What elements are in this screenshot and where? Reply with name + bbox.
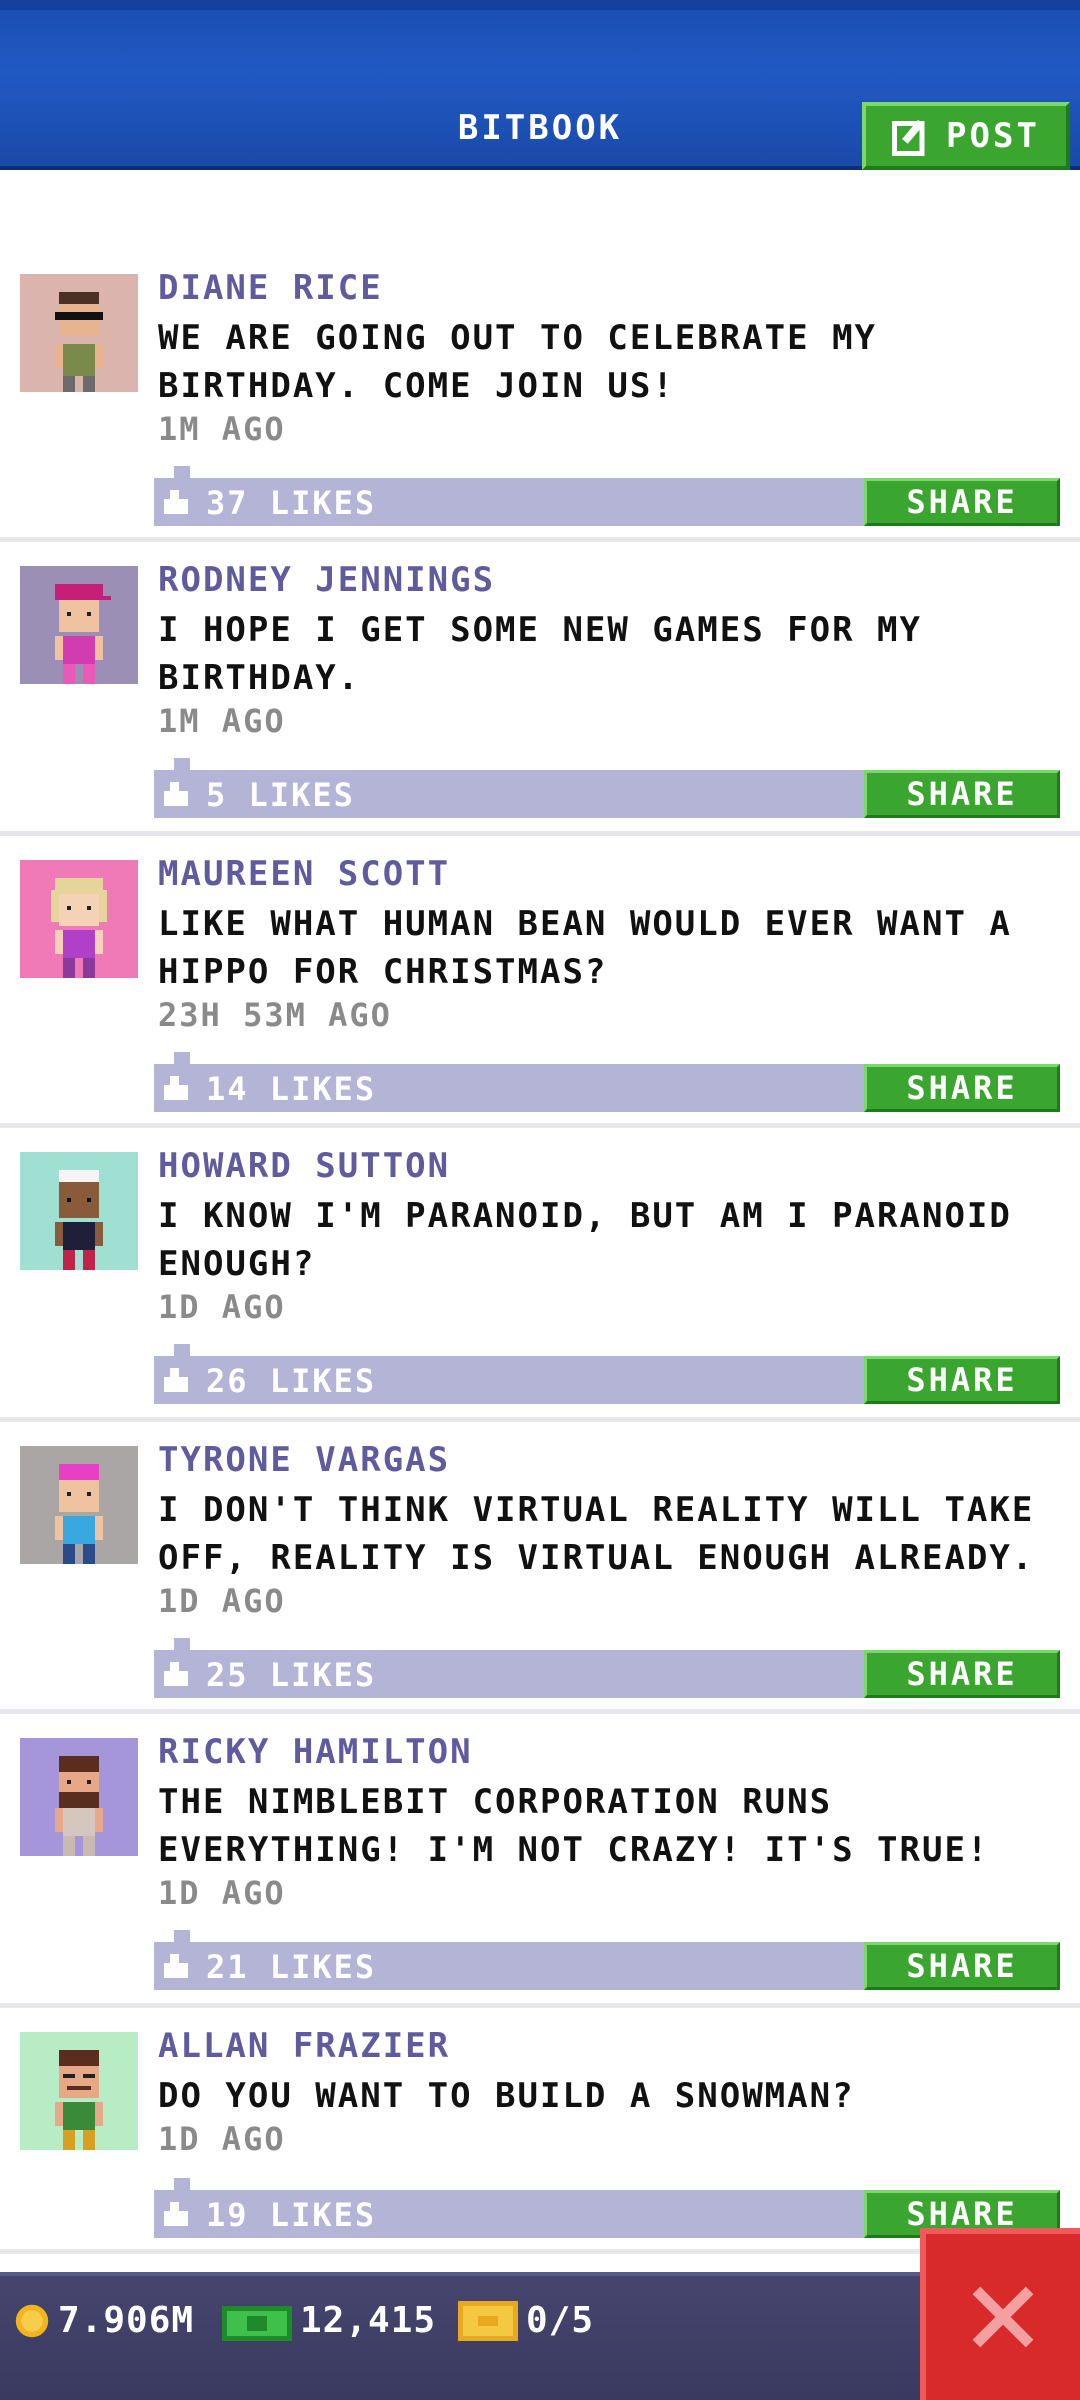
person-avatar-icon [55, 1170, 103, 1270]
post-button[interactable]: POST [862, 102, 1070, 170]
post-message: I KNOW I'M PARANOID, BUT AM I PARANOID E… [158, 1196, 1012, 1284]
feed-post: RODNEY JENNINGS I HOPE I GET SOME NEW GA… [0, 542, 1080, 836]
likes-count: 25 LIKES [206, 1656, 377, 1694]
share-button[interactable]: SHARE [864, 1064, 1060, 1112]
tickets-stat: 0/5 [458, 2300, 594, 2341]
thumbs-up-icon[interactable] [164, 490, 188, 514]
post-message: LIKE WHAT HUMAN BEAN WOULD EVER WANT A H… [158, 904, 1012, 992]
feed-post: HOWARD SUTTON I KNOW I'M PARANOID, BUT A… [0, 1128, 1080, 1422]
post-time: 1M AGO [158, 410, 286, 448]
coin-icon [15, 2304, 49, 2337]
feed-post: DIANE RICE WE ARE GOING OUT TO CELEBRATE… [0, 250, 1080, 542]
likes-bar: 21 LIKES SHARE [154, 1930, 1060, 1990]
like-tab [174, 1052, 190, 1064]
person-avatar-icon [55, 584, 111, 684]
like-tab [174, 1638, 190, 1650]
share-button[interactable]: SHARE [864, 1356, 1060, 1404]
edit-icon [892, 119, 925, 156]
likes-count: 5 LIKES [206, 776, 355, 814]
person-avatar-icon [55, 292, 103, 392]
post-message: I DON'T THINK VIRTUAL REALITY WILL TAKE … [158, 1490, 1035, 1578]
likes-count: 37 LIKES [206, 484, 377, 522]
coins-stat: 7.906M [14, 2300, 194, 2341]
share-button[interactable]: SHARE [864, 478, 1060, 526]
share-button[interactable]: SHARE [864, 1942, 1060, 1990]
like-tab [174, 2178, 190, 2190]
thumbs-up-icon[interactable] [164, 2202, 188, 2226]
bux-icon [222, 2305, 292, 2341]
post-message: THE NIMBLEBIT CORPORATION RUNS EVERYTHIN… [158, 1782, 990, 1870]
likes-bar: 26 LIKES SHARE [154, 1344, 1060, 1404]
avatar[interactable] [20, 1446, 138, 1564]
avatar[interactable] [20, 2032, 138, 2150]
post-time: 1D AGO [158, 1582, 286, 1620]
feed-post: RICKY HAMILTON THE NIMBLEBIT CORPORATION… [0, 1714, 1080, 2008]
post-author[interactable]: DIANE RICE [158, 268, 383, 308]
likes-bar: 5 LIKES SHARE [154, 758, 1060, 818]
thumbs-up-icon[interactable] [164, 1954, 188, 1978]
post-button-label: POST [946, 116, 1040, 156]
likes-bar: 14 LIKES SHARE [154, 1052, 1060, 1112]
post-message: I HOPE I GET SOME NEW GAMES FOR MY BIRTH… [158, 610, 922, 698]
person-avatar-icon [55, 1756, 103, 1856]
post-time: 23H 53M AGO [158, 996, 392, 1034]
feed-post: TYRONE VARGAS I DON'T THINK VIRTUAL REAL… [0, 1422, 1080, 1714]
likes-bar: 25 LIKES SHARE [154, 1638, 1060, 1698]
avatar[interactable] [20, 1152, 138, 1270]
post-message: DO YOU WANT TO BUILD A SNOWMAN? [158, 2076, 855, 2116]
post-author[interactable]: RODNEY JENNINGS [158, 560, 495, 600]
post-time: 1M AGO [158, 702, 286, 740]
bux-stat: 12,415 [222, 2300, 436, 2341]
post-author[interactable]: HOWARD SUTTON [158, 1146, 450, 1186]
thumbs-up-icon[interactable] [164, 1076, 188, 1100]
likes-count: 19 LIKES [206, 2196, 377, 2234]
avatar[interactable] [20, 860, 138, 978]
thumbs-up-icon[interactable] [164, 1368, 188, 1392]
post-author[interactable]: ALLAN FRAZIER [158, 2026, 450, 2066]
like-tab [174, 758, 190, 770]
person-avatar-icon [55, 2050, 103, 2150]
likes-bar: 37 LIKES SHARE [154, 466, 1060, 526]
share-button[interactable]: SHARE [864, 1650, 1060, 1698]
feed-post: ALLAN FRAZIER DO YOU WANT TO BUILD A SNO… [0, 2008, 1080, 2254]
post-author[interactable]: TYRONE VARGAS [158, 1440, 450, 1480]
thumbs-up-icon[interactable] [164, 782, 188, 806]
post-author[interactable]: RICKY HAMILTON [158, 1732, 473, 1772]
like-tab [174, 466, 190, 478]
post-author[interactable]: MAUREEN SCOTT [158, 854, 450, 894]
ticket-icon [458, 2300, 518, 2341]
likes-count: 21 LIKES [206, 1948, 377, 1986]
post-time: 1D AGO [158, 2120, 286, 2158]
like-tab [174, 1930, 190, 1942]
likes-count: 26 LIKES [206, 1362, 377, 1400]
avatar[interactable] [20, 566, 138, 684]
tickets-value: 0/5 [526, 2300, 595, 2341]
post-time: 1D AGO [158, 1288, 286, 1326]
thumbs-up-icon[interactable] [164, 1662, 188, 1686]
app-header: BITBOOK POST [0, 0, 1080, 170]
bux-value: 12,415 [300, 2300, 437, 2341]
close-button[interactable] [920, 2228, 1080, 2400]
post-time: 1D AGO [158, 1874, 286, 1912]
feed-post: MAUREEN SCOTT LIKE WHAT HUMAN BEAN WOULD… [0, 836, 1080, 1128]
share-button[interactable]: SHARE [864, 770, 1060, 818]
avatar[interactable] [20, 1738, 138, 1856]
close-icon [972, 2286, 1034, 2348]
person-avatar-icon [55, 1464, 103, 1564]
avatar[interactable] [20, 274, 138, 392]
post-message: WE ARE GOING OUT TO CELEBRATE MY BIRTHDA… [158, 318, 878, 406]
coins-value: 7.906M [58, 2300, 195, 2341]
currency-bar: 7.906M 12,415 0/5 [0, 2272, 1080, 2400]
like-tab [174, 1344, 190, 1356]
likes-count: 14 LIKES [206, 1070, 377, 1108]
person-avatar-icon [51, 878, 107, 978]
